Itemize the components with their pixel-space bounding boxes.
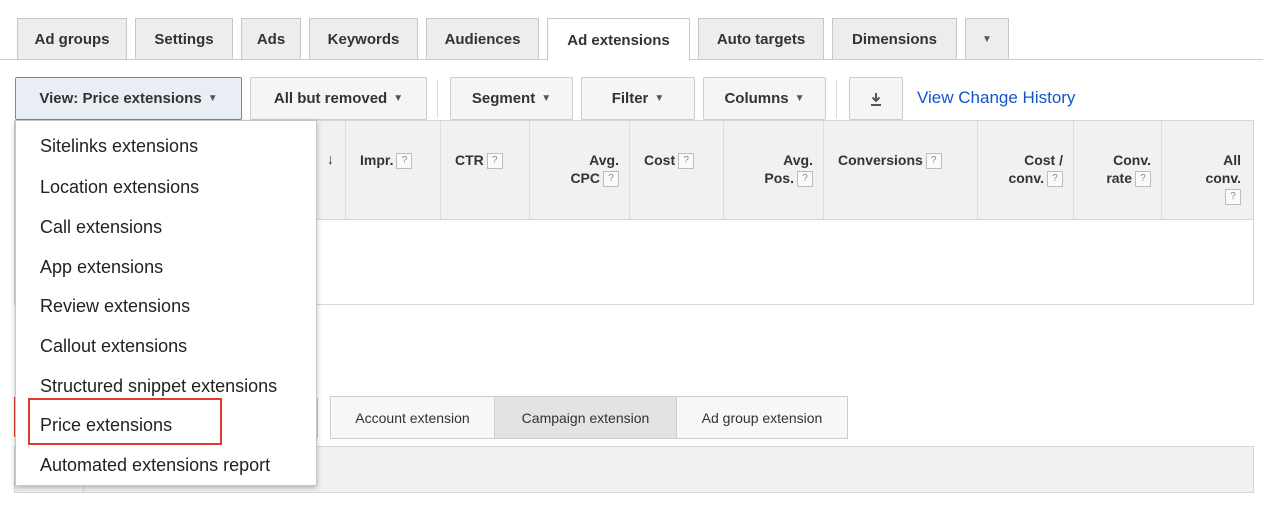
tab-ad-groups[interactable]: Ad groups bbox=[17, 18, 127, 59]
more-tabs-button[interactable]: ▼ bbox=[965, 18, 1009, 59]
help-icon[interactable]: ? bbox=[1047, 171, 1063, 188]
column-header-label: Cost / bbox=[1024, 152, 1063, 168]
column-header-label: Avg. bbox=[589, 152, 619, 168]
help-icon[interactable]: ? bbox=[1225, 189, 1241, 206]
help-icon[interactable]: ? bbox=[603, 171, 619, 188]
chevron-down-icon: ▼ bbox=[654, 93, 665, 104]
column-header-label: Cost bbox=[644, 152, 676, 168]
columns-button[interactable]: Columns ▼ bbox=[703, 77, 826, 120]
campaign-tabs: Ad groups Settings Ads Keywords Audience… bbox=[0, 0, 1263, 61]
segment-button[interactable]: Segment ▼ bbox=[450, 77, 573, 120]
chevron-down-icon: ▼ bbox=[982, 33, 992, 45]
campaign-extension-tab[interactable]: Campaign extension bbox=[494, 396, 677, 439]
status-filter-button[interactable]: All but removed ▼ bbox=[250, 77, 427, 120]
menu-item-call-extensions[interactable]: Call extensions bbox=[40, 217, 162, 238]
chevron-down-icon: ▼ bbox=[794, 93, 805, 104]
menu-item-structured-snippet-extensions[interactable]: Structured snippet extensions bbox=[40, 376, 277, 397]
account-extension-tab[interactable]: Account extension bbox=[330, 396, 495, 439]
segment-label: Account extension bbox=[355, 409, 470, 426]
view-dropdown-menu: Sitelinks extensions Location extensions… bbox=[15, 120, 317, 486]
tab-audiences[interactable]: Audiences bbox=[426, 18, 539, 59]
tab-auto-targets[interactable]: Auto targets bbox=[698, 18, 824, 59]
column-header-conversions[interactable]: Conversions? bbox=[823, 121, 977, 219]
menu-item-location-extensions[interactable]: Location extensions bbox=[40, 177, 199, 198]
column-header-label: Conversions bbox=[838, 152, 923, 168]
menu-item-sitelinks-extensions[interactable]: Sitelinks extensions bbox=[40, 136, 198, 157]
column-header-label: CTR bbox=[455, 152, 484, 168]
menu-item-callout-extensions[interactable]: Callout extensions bbox=[40, 336, 187, 357]
segment-label: Campaign extension bbox=[521, 409, 650, 426]
column-header-label: CPC bbox=[570, 170, 600, 186]
tab-label: Dimensions bbox=[851, 30, 938, 48]
tab-keywords[interactable]: Keywords bbox=[309, 18, 418, 59]
tab-label: Keywords bbox=[327, 30, 400, 48]
view-select-button[interactable]: View: Price extensions ▼ bbox=[15, 77, 242, 120]
column-header-label: Pos. bbox=[764, 170, 794, 186]
segment-label: Segment bbox=[471, 90, 536, 107]
column-header-avg-pos[interactable]: Avg. Pos.? bbox=[723, 121, 823, 219]
toolbar-divider bbox=[437, 80, 438, 118]
help-icon[interactable]: ? bbox=[1135, 171, 1151, 188]
tab-ad-extensions[interactable]: Ad extensions bbox=[547, 18, 690, 61]
filter-label: Filter bbox=[611, 90, 649, 107]
column-header-all-conv[interactable]: All conv. ? bbox=[1161, 121, 1253, 219]
download-button[interactable] bbox=[849, 77, 903, 120]
column-header-label: conv. bbox=[1008, 170, 1044, 186]
sort-descending-icon[interactable]: ↓ bbox=[327, 151, 334, 167]
tab-label: Ads bbox=[256, 30, 286, 48]
chevron-down-icon: ▼ bbox=[393, 93, 404, 104]
download-icon bbox=[871, 92, 881, 106]
tab-dimensions[interactable]: Dimensions bbox=[832, 18, 957, 59]
column-header-cost[interactable]: Cost? bbox=[629, 121, 723, 219]
ad-group-extension-tab[interactable]: Ad group extension bbox=[676, 396, 848, 439]
tab-settings[interactable]: Settings bbox=[135, 18, 233, 59]
help-icon[interactable]: ? bbox=[486, 153, 503, 170]
tab-ads[interactable]: Ads bbox=[241, 18, 301, 59]
column-header-impr[interactable]: Impr.? bbox=[345, 121, 430, 219]
column-header-label: conv. bbox=[1205, 170, 1241, 186]
status-filter-label: All but removed bbox=[273, 90, 388, 107]
tab-label: Audiences bbox=[444, 30, 521, 48]
view-change-history-link[interactable]: View Change History bbox=[917, 88, 1075, 108]
segment-label: Ad group extension bbox=[701, 409, 823, 426]
tab-label: Auto targets bbox=[716, 30, 806, 48]
column-header-label: All bbox=[1223, 152, 1241, 168]
columns-label: Columns bbox=[724, 90, 789, 107]
tab-label: Ad groups bbox=[34, 30, 110, 48]
column-header-label: rate bbox=[1106, 170, 1132, 186]
menu-item-automated-extensions-report[interactable]: Automated extensions report bbox=[40, 455, 270, 476]
column-header-label: Impr. bbox=[360, 152, 394, 168]
view-select-label: View: Price extensions bbox=[39, 90, 202, 107]
column-header-label: Avg. bbox=[783, 152, 813, 168]
column-header-conv-rate[interactable]: Conv. rate? bbox=[1073, 121, 1161, 219]
help-icon[interactable]: ? bbox=[797, 171, 813, 188]
chevron-down-icon: ▼ bbox=[541, 93, 552, 104]
chevron-down-icon: ▼ bbox=[207, 93, 218, 104]
filter-button[interactable]: Filter ▼ bbox=[581, 77, 695, 120]
tab-label: Ad extensions bbox=[567, 31, 670, 49]
column-header-cost-per-conv[interactable]: Cost / conv.? bbox=[977, 121, 1073, 219]
section-divider bbox=[317, 398, 318, 438]
column-header-avg-cpc[interactable]: Avg. CPC? bbox=[529, 121, 629, 219]
column-header-ctr[interactable]: CTR? bbox=[440, 121, 530, 219]
help-icon[interactable]: ? bbox=[678, 153, 695, 170]
column-header-label: Conv. bbox=[1113, 152, 1151, 168]
menu-item-price-extensions[interactable]: Price extensions bbox=[40, 415, 172, 436]
menu-item-review-extensions[interactable]: Review extensions bbox=[40, 296, 190, 317]
menu-item-app-extensions[interactable]: App extensions bbox=[40, 257, 163, 278]
help-icon[interactable]: ? bbox=[925, 153, 942, 170]
help-icon[interactable]: ? bbox=[396, 153, 413, 170]
tab-label: Settings bbox=[154, 30, 214, 48]
toolbar-divider bbox=[836, 80, 837, 118]
